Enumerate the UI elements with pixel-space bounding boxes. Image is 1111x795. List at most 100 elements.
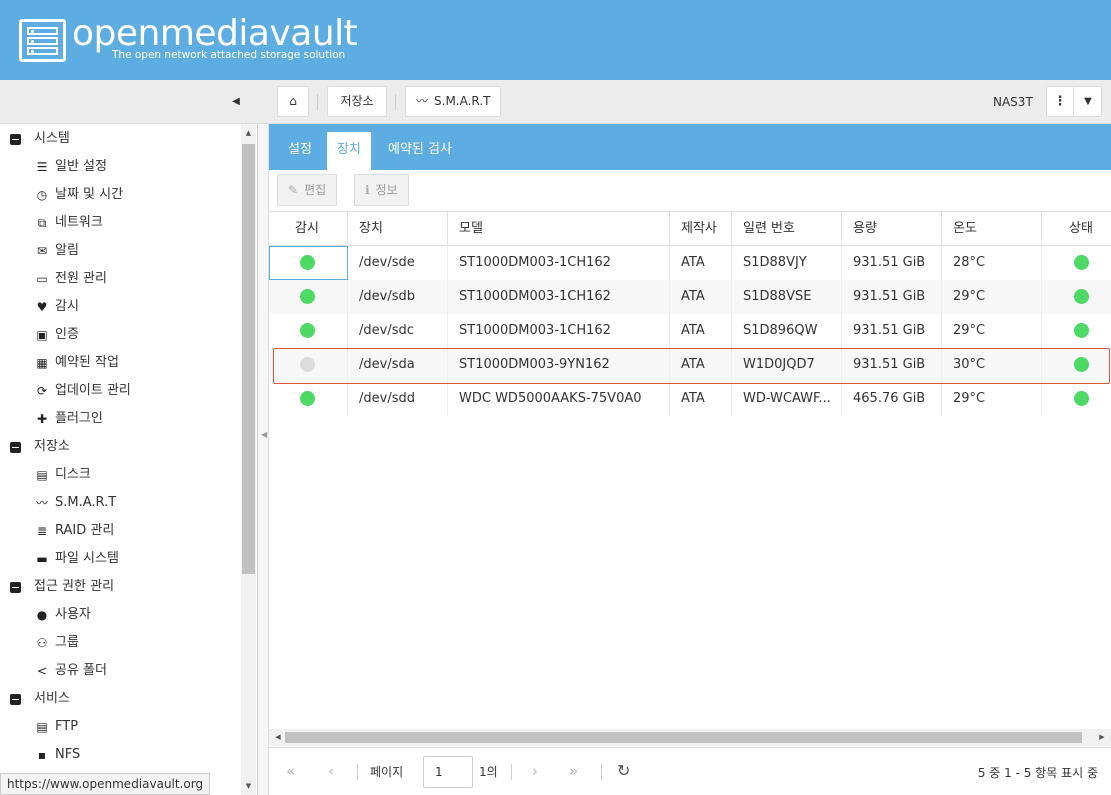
monitor-indicator-cell — [269, 382, 348, 416]
sidebar-item-label: S.M.A.R.T — [55, 495, 117, 510]
sidebar-item-label: 전원 관리 — [55, 271, 107, 286]
collapse-sidebar-icon[interactable]: ◀ — [226, 92, 246, 112]
refresh-icon[interactable]: ↻ — [617, 761, 630, 780]
collapse-minus-icon[interactable] — [10, 442, 21, 453]
sidebar-scrollbar[interactable]: ▲ ▼ — [241, 124, 256, 795]
health-status-dot — [1074, 357, 1089, 372]
table-row[interactable]: /dev/sdd WDC WD5000AAKS-75V0A0 ATA WD-WCAWF… — [269, 382, 1111, 416]
scroll-down-icon[interactable]: ▼ — [241, 779, 256, 793]
cell-serial: S1D88VSE — [732, 280, 842, 314]
chevron-down-icon[interactable]: ▼ — [1074, 87, 1102, 116]
disk-icon: ▤ — [36, 468, 48, 482]
cell-device: /dev/sdb — [348, 280, 448, 314]
col-device[interactable]: 장치 — [348, 212, 448, 246]
next-page-icon[interactable]: › — [532, 762, 538, 780]
sidebar-item-label: 일반 설정 — [55, 159, 107, 174]
monitor-status-dot — [300, 289, 315, 304]
top-toolbar: ◀ ⌂ 저장소 〰 S.M.A.R.T NAS3T ⋮ ▼ — [0, 80, 1111, 124]
server-icon: ▪ — [37, 748, 47, 762]
database-icon: ≣ — [36, 524, 48, 538]
prev-page-icon[interactable]: ‹ — [328, 762, 334, 780]
tab-scheduled-tests[interactable]: 예약된 검사 — [378, 132, 462, 170]
table-row[interactable]: /dev/sdc ST1000DM003-1CH162 ATA S1D896QW 931… — [269, 314, 1111, 348]
status-indicator-cell — [1042, 314, 1111, 348]
sidebar-item-label: 인증 — [55, 327, 79, 342]
scrollbar-thumb[interactable] — [285, 732, 1082, 743]
table-horizontal-scrollbar[interactable]: ◀ ▶ — [269, 729, 1111, 746]
app-header: openmediavault The open network attached… — [0, 0, 1111, 80]
monitor-status-dot — [300, 391, 315, 406]
info-icon: ℹ — [365, 183, 370, 197]
scroll-up-icon[interactable]: ▲ — [241, 126, 256, 140]
panel-splitter[interactable]: ◀ — [258, 124, 269, 795]
sidebar-group-label: 서비스 — [34, 691, 70, 706]
col-monitor[interactable]: 감시 — [269, 212, 348, 246]
tab-settings[interactable]: 설정 — [278, 132, 322, 170]
monitor-indicator-cell — [269, 348, 348, 382]
table-row[interactable]: /dev/sdb ST1000DM003-1CH162 ATA S1D88VSE 931… — [269, 280, 1111, 314]
cell-vendor: ATA — [670, 314, 732, 348]
breadcrumb-home[interactable]: ⌂ — [277, 86, 309, 117]
col-vendor[interactable]: 제작사 — [670, 212, 732, 246]
monitor-status-dot — [300, 323, 315, 338]
cell-temp: 29°C — [942, 314, 1042, 348]
status-indicator-cell — [1042, 382, 1111, 416]
breadcrumb-storage[interactable]: 저장소 — [327, 86, 387, 117]
monitor-indicator-cell — [269, 280, 348, 314]
share-icon: < — [36, 664, 48, 678]
sidebar-item-label: 예약된 작업 — [55, 355, 119, 370]
tab-devices[interactable]: 장치 — [327, 132, 371, 170]
folder-icon: ▬ — [36, 552, 48, 566]
col-status[interactable]: 상태 — [1042, 212, 1111, 246]
cell-temp: 29°C — [942, 280, 1042, 314]
cell-serial: S1D896QW — [732, 314, 842, 348]
network-icon: ⧉ — [37, 216, 47, 230]
cell-temp: 30°C — [942, 348, 1042, 382]
sidebar-item-label: RAID 관리 — [55, 523, 115, 538]
col-model[interactable]: 모델 — [448, 212, 670, 246]
sidebar-item-label: 파일 시스템 — [55, 551, 119, 566]
sidebar-group-label: 저장소 — [34, 439, 70, 454]
scroll-left-icon[interactable]: ◀ — [271, 729, 285, 746]
sidebar-item-label: 그룹 — [55, 635, 79, 650]
collapse-minus-icon[interactable] — [10, 694, 21, 705]
cell-serial: S1D88VJY — [732, 246, 842, 280]
collapse-arrow-icon[interactable]: ◀ — [261, 430, 267, 439]
cell-vendor: ATA — [670, 280, 732, 314]
more-vertical-icon[interactable]: ⋮ — [1047, 87, 1074, 116]
sidebar-item-label: 알림 — [55, 243, 79, 258]
sidebar-item-label: FTP — [55, 719, 79, 734]
sidebar-item-label: 날짜 및 시간 — [55, 187, 124, 202]
page-count-label: 1의 — [479, 765, 498, 779]
status-indicator-cell — [1042, 280, 1111, 314]
sidebar-item-label: 공유 폴더 — [55, 663, 107, 678]
col-serial[interactable]: 일련 번호 — [732, 212, 842, 246]
info-label: 정보 — [375, 183, 398, 197]
cell-device: /dev/sda — [348, 348, 448, 382]
table-header: 감시 장치 모델 제작사 일련 번호 용량 온도 상태 — [269, 212, 1111, 246]
scrollbar-thumb[interactable] — [242, 144, 255, 574]
page-number-input[interactable]: 1 — [423, 756, 473, 788]
collapse-minus-icon[interactable] — [10, 134, 21, 145]
first-page-icon[interactable]: « — [286, 762, 295, 780]
cell-serial: W1D0JQD7 — [732, 348, 842, 382]
monitor-indicator-cell — [269, 314, 348, 348]
update-icon: ⟳ — [36, 384, 48, 398]
info-button[interactable]: ℹ 정보 — [354, 174, 409, 206]
mail-icon: ✉ — [36, 244, 48, 258]
cell-vendor: ATA — [670, 348, 732, 382]
col-temperature[interactable]: 온도 — [942, 212, 1042, 246]
breadcrumb-smart[interactable]: 〰 S.M.A.R.T — [405, 86, 501, 117]
sidebar-group-label: 시스템 — [34, 131, 70, 146]
table-row[interactable]: /dev/sde ST1000DM003-1CH162 ATA S1D88VJY 931… — [269, 246, 1111, 280]
collapse-minus-icon[interactable] — [10, 582, 21, 593]
table-row[interactable]: /dev/sda ST1000DM003-9YN162 ATA W1D0JQD7 931… — [269, 348, 1111, 382]
user-menu[interactable]: ⋮ ▼ — [1046, 86, 1102, 117]
edit-button[interactable]: ✎ 편집 — [277, 174, 338, 206]
sidebar-item-label: NFS — [55, 747, 81, 762]
sidebar-item-label: 사용자 — [55, 607, 91, 622]
scroll-right-icon[interactable]: ▶ — [1095, 729, 1109, 746]
col-capacity[interactable]: 용량 — [842, 212, 942, 246]
user-icon: ● — [36, 608, 48, 622]
last-page-icon[interactable]: » — [569, 762, 578, 780]
